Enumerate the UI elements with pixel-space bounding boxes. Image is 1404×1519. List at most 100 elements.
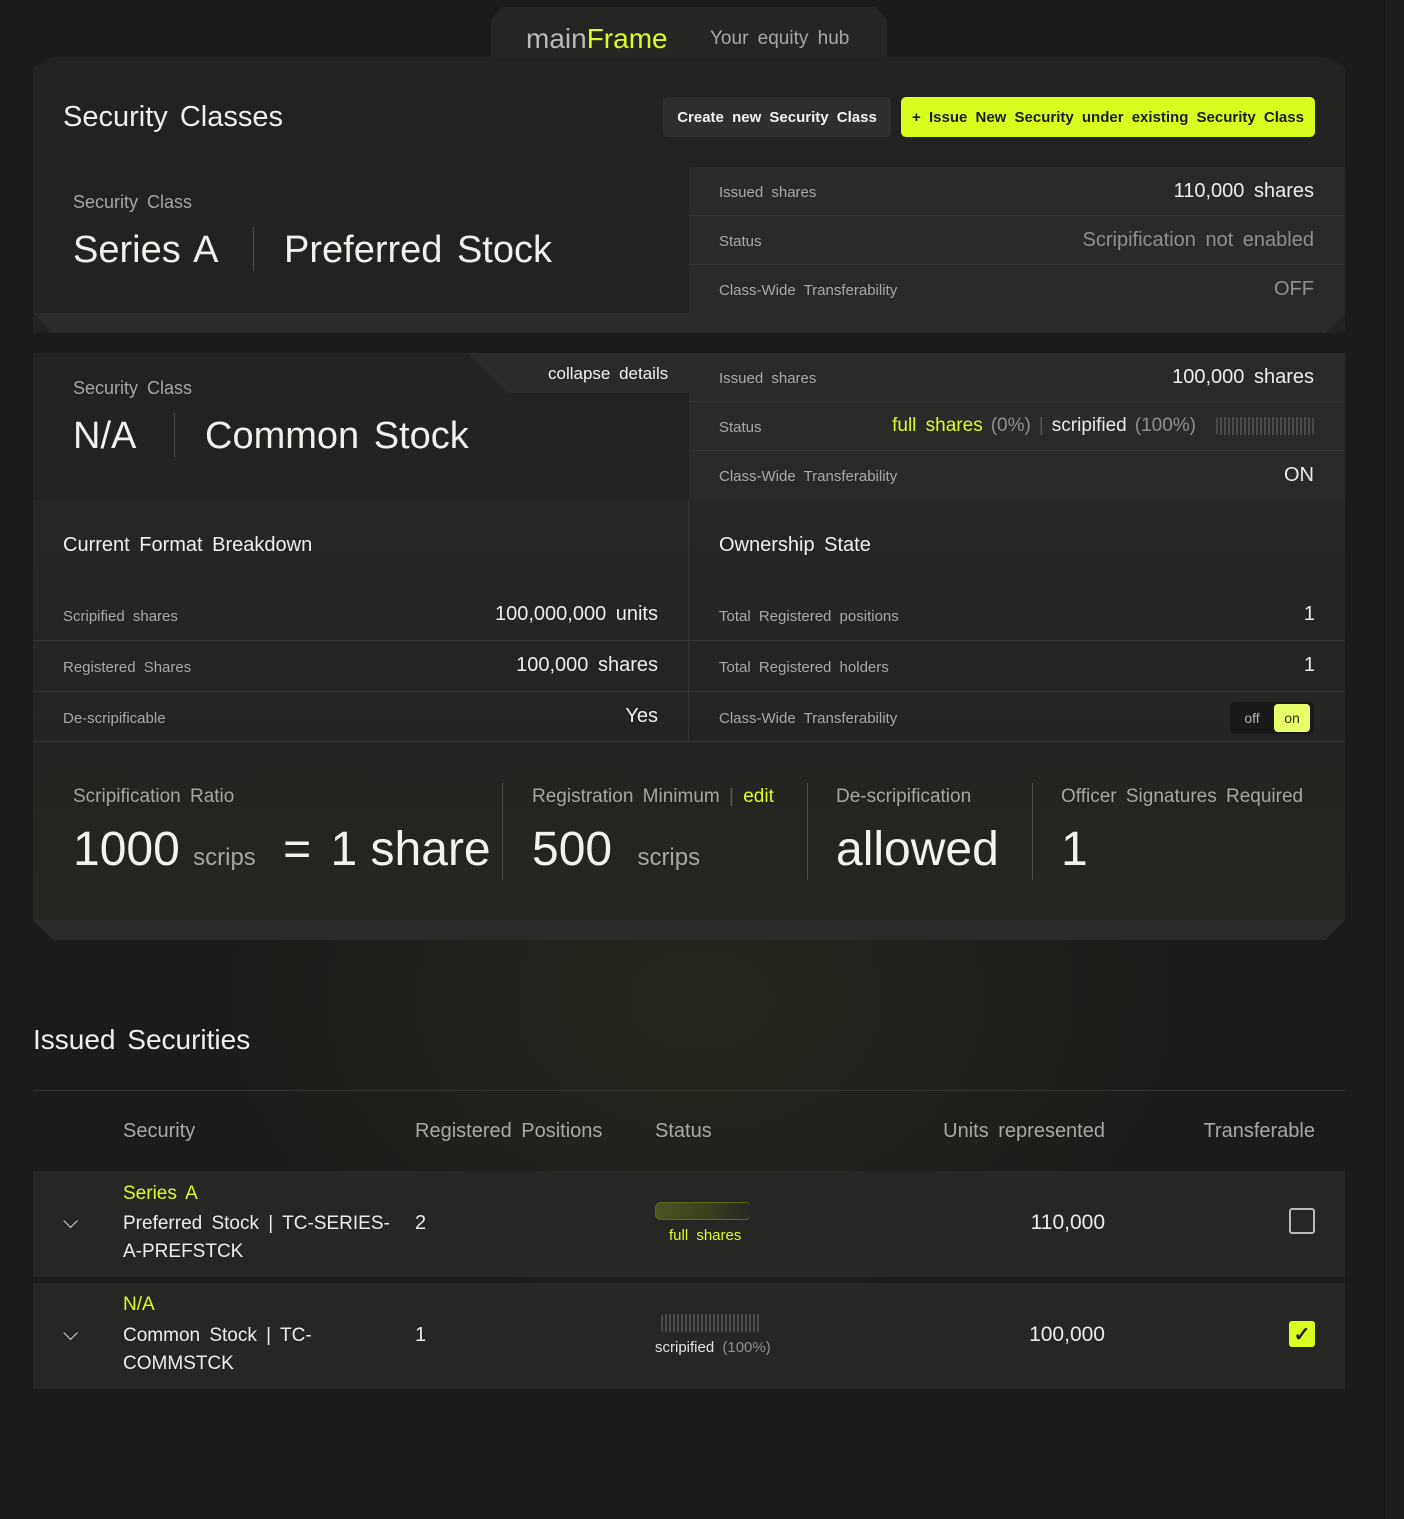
ratio-share: 1 share (330, 823, 491, 876)
table-row[interactable]: ⌵ Series A Preferred Stock | TC-SERIES-A… (33, 1171, 1345, 1277)
descripification-value: allowed (836, 823, 999, 876)
row-value: 100,000 shares (516, 654, 658, 676)
security-title: N/A (123, 1294, 155, 1315)
scripified-label: scripified (1051, 415, 1127, 436)
issued-shares-value: 110,000 shares (1173, 180, 1314, 202)
ratio-scrips: 1000 (73, 823, 180, 876)
scripified-pct: (100%) (1134, 415, 1196, 436)
scrollbar[interactable] (1384, 0, 1404, 1519)
table-divider (33, 1090, 1345, 1091)
status-label: full shares (669, 1227, 742, 1244)
full-shares-bar (655, 1202, 751, 1220)
column-header-transferable[interactable]: Transferable (1203, 1120, 1315, 1143)
stat-divider (502, 783, 503, 880)
regmin-label-text: Registration Minimum (532, 786, 720, 807)
issued-shares-value: 100,000 shares (1172, 366, 1314, 388)
regmin-separator: | (729, 786, 734, 807)
class-series: N/A (73, 415, 137, 457)
table-row[interactable]: ⌵ N/A Common Stock | TC-COMMSTCK 1 scrip… (33, 1283, 1345, 1389)
registered-shares-row: Registered Shares 100,000 shares (33, 640, 688, 691)
row-label: Total Registered positions (719, 608, 899, 625)
security-name: Preferred Stock | TC-SERIES-A-PREFSTCK (123, 1213, 390, 1262)
officer-signatures-value: 1 (1061, 823, 1088, 876)
descripificable-row: De-scripificable Yes (33, 691, 688, 742)
class-label: Security Class (73, 192, 193, 212)
units-represented: 110,000 (1030, 1211, 1105, 1234)
row-label: Scripified shares (63, 608, 178, 625)
status-value: Scripification not enabled (1082, 229, 1314, 251)
issued-shares-label: Issued shares (719, 370, 817, 387)
class-summary-series-a: Issued shares 110,000 shares Status Scri… (689, 167, 1345, 314)
row-value: Yes (625, 705, 658, 727)
class-divider (174, 413, 175, 457)
class-type: Common Stock (205, 415, 469, 457)
full-shares-label: full shares (892, 415, 983, 436)
row-label: Class-Wide Transferability (719, 710, 898, 727)
status-label: Status (719, 233, 762, 250)
status-breakdown: full shares (0%) | scripified (100%) (892, 415, 1314, 437)
column-header-positions[interactable]: Registered Positions (415, 1120, 602, 1143)
scripified-shares-row: Scripified shares 100,000,000 units (33, 590, 688, 641)
regmin-number: 500 (532, 823, 613, 876)
issue-new-security-button[interactable]: + Issue New Security under existing Secu… (901, 97, 1315, 137)
security-name: Common Stock | TC-COMMSTCK (123, 1325, 312, 1374)
status-separator: | (1038, 415, 1044, 436)
full-shares-pct: (0%) (990, 415, 1031, 436)
ratio-equals: = (283, 823, 312, 876)
registration-minimum-value: 500 scrips (532, 822, 700, 877)
registered-positions: 2 (415, 1212, 427, 1234)
toggle-on-option[interactable]: on (1274, 704, 1310, 732)
security-classes-title: Security Classes (63, 101, 283, 133)
create-security-class-button[interactable]: Create new Security Class (663, 97, 891, 137)
status-pct: (100%) (722, 1339, 771, 1356)
column-header-units[interactable]: Units represented (943, 1120, 1105, 1143)
row-value: 1 (1303, 603, 1315, 625)
stat-divider (1032, 783, 1033, 880)
status-label: scripified (100%) (655, 1339, 771, 1356)
descripification-label: De-scripification (836, 786, 972, 807)
class-type: Preferred Stock (284, 229, 552, 271)
security-title: Series A (123, 1183, 198, 1204)
collapse-details-button[interactable]: collapse details (548, 364, 668, 384)
column-header-security[interactable]: Security (123, 1120, 195, 1143)
scripification-ratio-value: 1000 scrips = 1 share (73, 822, 491, 877)
row-label: Total Registered holders (719, 659, 889, 676)
issued-shares-row: Issued shares 110,000 shares (689, 167, 1345, 216)
chevron-down-icon[interactable]: ⌵ (63, 1211, 78, 1234)
transferable-checkbox[interactable]: ✓ (1289, 1321, 1315, 1347)
details-bevel (33, 920, 1345, 940)
chevron-down-icon[interactable]: ⌵ (63, 1323, 78, 1346)
column-header-status[interactable]: Status (655, 1120, 712, 1143)
brand-tagline: Your equity hub (710, 28, 850, 49)
edit-registration-minimum-link[interactable]: edit (743, 786, 774, 807)
class-series: Series A (73, 229, 219, 271)
format-breakdown-title: Current Format Breakdown (63, 534, 313, 556)
status-label: Status (719, 419, 762, 436)
status-text: scripified (655, 1339, 715, 1356)
issued-shares-label: Issued shares (719, 184, 817, 201)
status-row: Status Scripification not enabled (689, 216, 1345, 265)
registered-positions: 1 (415, 1324, 427, 1346)
transferable-checkbox[interactable] (1289, 1208, 1315, 1234)
row-value: 1 (1303, 654, 1315, 676)
checkmark-icon: ✓ (1293, 1323, 1311, 1346)
row-label: De-scripificable (63, 710, 166, 727)
registered-positions-row: Total Registered positions 1 (689, 590, 1345, 641)
registered-holders-row: Total Registered holders 1 (689, 640, 1345, 691)
ratio-scrips-unit: scrips (193, 844, 256, 871)
units-represented: 100,000 (1029, 1323, 1105, 1346)
class-summary-common: Issued shares 100,000 shares Status full… (689, 353, 1345, 500)
class-transferability-row: Class-Wide Transferability off on (689, 691, 1345, 742)
issued-shares-row: Issued shares 100,000 shares (689, 353, 1345, 402)
transferability-toggle[interactable]: off on (1230, 702, 1314, 734)
row-label: Registered Shares (63, 659, 192, 676)
stat-divider (807, 783, 808, 880)
class-divider (253, 227, 254, 271)
scripified-bar (1216, 417, 1314, 435)
ownership-state-title: Ownership State (719, 534, 871, 556)
transferability-value: ON (1284, 464, 1314, 486)
toggle-off-option[interactable]: off (1230, 710, 1274, 726)
regmin-unit: scrips (637, 844, 701, 871)
status-row: Status full shares (0%) | scripified (10… (689, 402, 1345, 451)
issued-securities-title: Issued Securities (33, 1024, 251, 1055)
